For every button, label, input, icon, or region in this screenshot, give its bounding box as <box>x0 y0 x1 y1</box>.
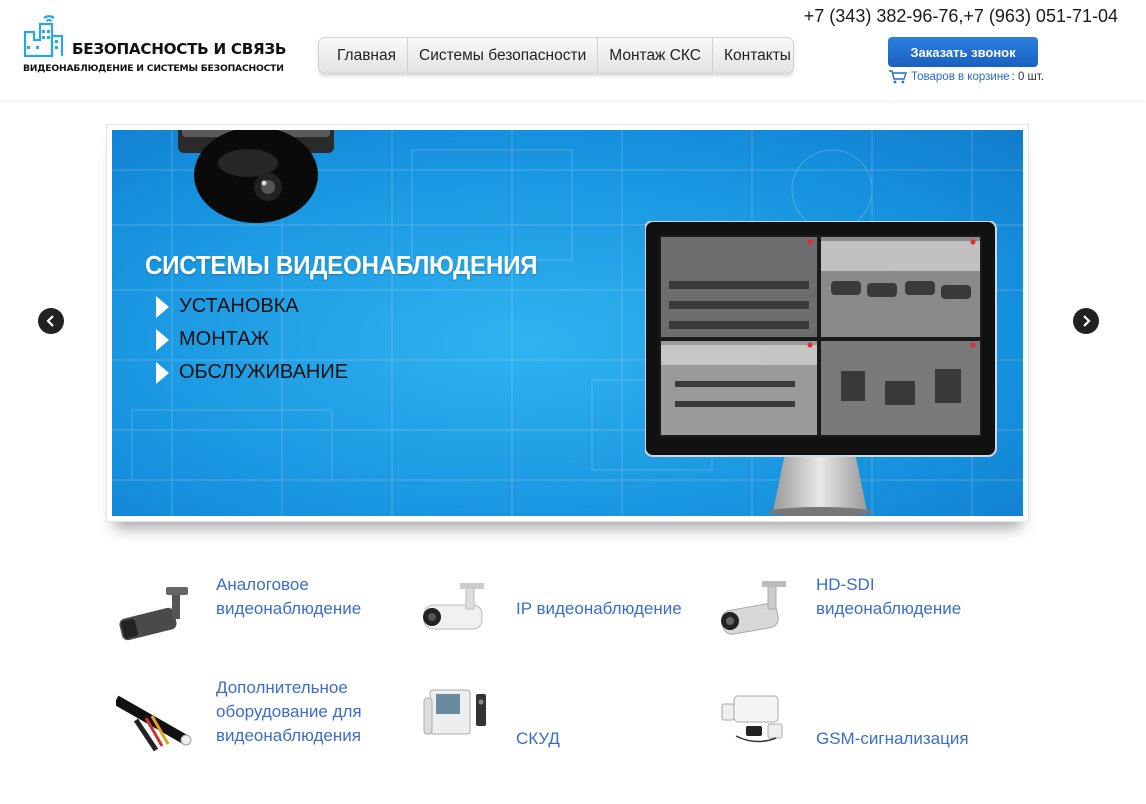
category-ip[interactable]: IP видеонаблюдение <box>406 565 696 655</box>
cart-link[interactable]: Товаров в корзине <box>911 71 1010 83</box>
slide-video-surveillance[interactable]: СИСТЕМЫ ВИДЕОНАБЛЮДЕНИЯ УСТАНОВКА МОНТАЖ… <box>112 130 1023 516</box>
slide-title: СИСТЕМЫ ВИДЕОНАБЛЮДЕНИЯ <box>145 250 538 280</box>
hdsdi-camera-icon <box>721 581 786 635</box>
play-bullet-icon <box>156 295 169 318</box>
cart-count: : 0 шт. <box>1011 71 1044 83</box>
ip-camera-icon <box>423 583 484 630</box>
nav-item-security-systems[interactable]: Системы безопасности <box>408 38 599 73</box>
site-logo[interactable]: БЕЗОПАСНОСТЬ И СВЯЗЬ ВИДЕОНАБЛЮДЕНИЕ И С… <box>22 10 286 80</box>
slide-bullet-install: УСТАНОВКА <box>156 295 299 318</box>
category-name[interactable]: Аналоговое видеонаблюдение <box>216 573 391 621</box>
monitor-image <box>645 221 997 516</box>
chevron-right-icon <box>1083 315 1091 327</box>
main-nav: Главная Системы безопасности Монтаж СКС … <box>318 37 794 74</box>
slide-bullet-text: МОНТАЖ <box>179 328 270 350</box>
analog-camera-icon <box>119 587 188 641</box>
category-name[interactable]: GSM-сигнализация <box>816 727 991 751</box>
building-wifi-icon <box>23 15 64 58</box>
slide-bullet-text: УСТАНОВКА <box>179 295 299 317</box>
category-name[interactable]: Дополнительное оборудование для видеонаб… <box>216 676 391 748</box>
chevron-left-icon <box>46 315 54 327</box>
shopping-cart-icon <box>889 70 907 84</box>
nav-item-cabling[interactable]: Монтаж СКС <box>598 38 713 73</box>
slide-bullet-text: ОБСЛУЖИВАНИЕ <box>179 361 349 383</box>
intercom-icon <box>423 689 486 735</box>
slider-next-button[interactable] <box>1073 308 1099 334</box>
category-name[interactable]: СКУД <box>516 727 691 751</box>
logo-subtitle: ВИДЕОНАБЛЮДЕНИЕ И СИСТЕМЫ БЕЗОПАСНОСТИ <box>23 63 284 74</box>
category-gsm[interactable]: GSM-сигнализация <box>706 670 996 760</box>
slide-bullet-service: ОБСЛУЖИВАНИЕ <box>156 361 348 384</box>
category-name[interactable]: IP видеонаблюдение <box>516 597 691 621</box>
nav-item-home[interactable]: Главная <box>319 38 408 73</box>
category-hdsdi[interactable]: HD-SDI видеонаблюдение <box>706 565 996 655</box>
slider-prev-button[interactable] <box>38 308 64 334</box>
phone-numbers: +7 (343) 382-96-76,+7 (963) 051-71-04 <box>803 6 1118 26</box>
play-bullet-icon <box>156 328 169 351</box>
slide-bullet-mount: МОНТАЖ <box>156 328 269 351</box>
cart-status: Товаров в корзине : 0 шт. <box>889 70 1044 84</box>
category-skud[interactable]: СКУД <box>406 670 696 760</box>
category-analog[interactable]: Аналоговое видеонаблюдение <box>106 565 396 655</box>
site-header: БЕЗОПАСНОСТЬ И СВЯЗЬ ВИДЕОНАБЛЮДЕНИЕ И С… <box>0 0 1146 100</box>
play-bullet-icon <box>156 361 169 384</box>
logo-title: БЕЗОПАСНОСТЬ И СВЯЗЬ <box>72 40 287 58</box>
nav-item-contacts[interactable]: Контакты <box>713 38 802 73</box>
gsm-alarm-icon <box>721 695 783 743</box>
cable-icon <box>116 695 192 752</box>
category-name[interactable]: HD-SDI видеонаблюдение <box>816 573 991 621</box>
dome-camera-image <box>178 130 334 223</box>
callback-button[interactable]: Заказать звонок <box>888 37 1038 67</box>
hero-slider: СИСТЕМЫ ВИДЕОНАБЛЮДЕНИЯ УСТАНОВКА МОНТАЖ… <box>106 124 1029 522</box>
category-accessories[interactable]: Дополнительное оборудование для видеонаб… <box>106 670 396 760</box>
